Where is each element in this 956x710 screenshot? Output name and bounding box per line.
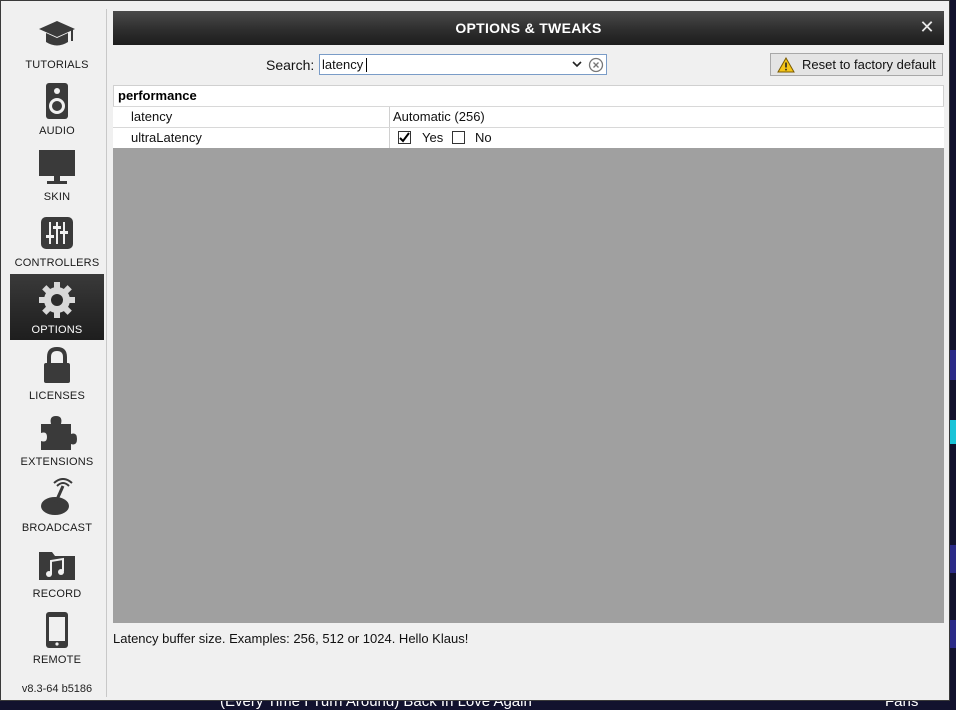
sidebar-item-label: RECORD	[32, 588, 82, 600]
sidebar-item-remote[interactable]: REMOTE	[10, 604, 104, 670]
checkmark-icon	[399, 132, 410, 143]
sidebar-item-controllers[interactable]: CONTROLLERS	[10, 207, 104, 273]
options-window: TUTORIALS AUDIO SKIN CONTROLLERS OPTIONS…	[0, 0, 950, 701]
sidebar-item-label: LICENSES	[28, 390, 85, 402]
options-grid: performance latency Automatic (256) ultr…	[113, 85, 944, 623]
background-strip-right-3	[950, 545, 956, 573]
clear-search-icon[interactable]	[588, 57, 604, 73]
phone-icon	[46, 612, 68, 648]
title-bar: OPTIONS & TWEAKS ✕	[113, 11, 944, 45]
search-box[interactable]	[319, 54, 607, 75]
option-name: latency	[131, 109, 173, 124]
sidebar-item-label: CONTROLLERS	[14, 257, 100, 269]
text-caret	[366, 58, 367, 72]
gear-icon	[39, 282, 75, 318]
background-strip-right-1	[950, 350, 956, 380]
option-value[interactable]: Automatic (256)	[393, 109, 485, 124]
sidebar-item-label: EXTENSIONS	[20, 456, 94, 468]
background-strip-right-4	[950, 620, 956, 648]
sliders-icon	[41, 217, 73, 249]
sidebar-item-label: REMOTE	[32, 654, 82, 666]
sidebar-item-audio[interactable]: AUDIO	[10, 75, 104, 141]
sidebar: TUTORIALS AUDIO SKIN CONTROLLERS OPTIONS…	[8, 9, 107, 697]
sidebar-item-label: BROADCAST	[21, 522, 93, 534]
section-header: performance	[113, 85, 944, 106]
option-name: ultraLatency	[131, 130, 202, 145]
version-label: v8.3-64 b5186	[21, 683, 93, 695]
status-description: Latency buffer size. Examples: 256, 512 …	[113, 631, 469, 646]
table-row[interactable]: latency Automatic (256)	[113, 106, 944, 127]
sidebar-item-extensions[interactable]: EXTENSIONS	[10, 406, 104, 472]
monitor-icon	[39, 150, 75, 184]
close-icon: ✕	[919, 17, 935, 37]
window-title: OPTIONS & TWEAKS	[455, 20, 602, 36]
warning-icon	[777, 57, 795, 73]
section-label: performance	[118, 88, 197, 103]
sidebar-item-label: OPTIONS	[31, 324, 83, 336]
chevron-down-icon[interactable]	[570, 57, 584, 72]
sidebar-item-skin[interactable]: SKIN	[10, 141, 104, 207]
search-label: Search:	[266, 57, 315, 73]
cell-divider	[389, 107, 390, 127]
no-label: No	[475, 130, 492, 145]
sidebar-item-label: SKIN	[43, 191, 71, 203]
broadcast-icon	[41, 478, 73, 515]
close-button[interactable]: ✕	[918, 18, 936, 36]
sidebar-item-label: TUTORIALS	[25, 59, 89, 71]
sidebar-item-label: AUDIO	[39, 125, 75, 137]
music-folder-icon	[39, 552, 75, 580]
sidebar-item-licenses[interactable]: LICENSES	[10, 340, 104, 406]
speaker-icon	[46, 83, 68, 119]
reset-button-label: Reset to factory default	[802, 57, 936, 72]
table-row[interactable]: ultraLatency Yes No	[113, 127, 944, 148]
cell-divider	[389, 128, 390, 148]
yes-checkbox[interactable]	[398, 131, 411, 144]
sidebar-item-options[interactable]: OPTIONS	[10, 274, 104, 340]
background-strip-right-2	[950, 420, 956, 444]
sidebar-item-tutorials[interactable]: TUTORIALS	[10, 9, 104, 75]
search-input[interactable]	[322, 56, 562, 73]
graduation-cap-icon	[39, 21, 75, 46]
sidebar-item-record[interactable]: RECORD	[10, 538, 104, 604]
yes-label: Yes	[422, 130, 444, 145]
no-checkbox[interactable]	[452, 131, 465, 144]
reset-factory-default-button[interactable]: Reset to factory default	[770, 53, 943, 76]
lock-icon	[44, 346, 70, 383]
sidebar-item-broadcast[interactable]: BROADCAST	[10, 472, 104, 538]
puzzle-icon	[41, 416, 77, 450]
